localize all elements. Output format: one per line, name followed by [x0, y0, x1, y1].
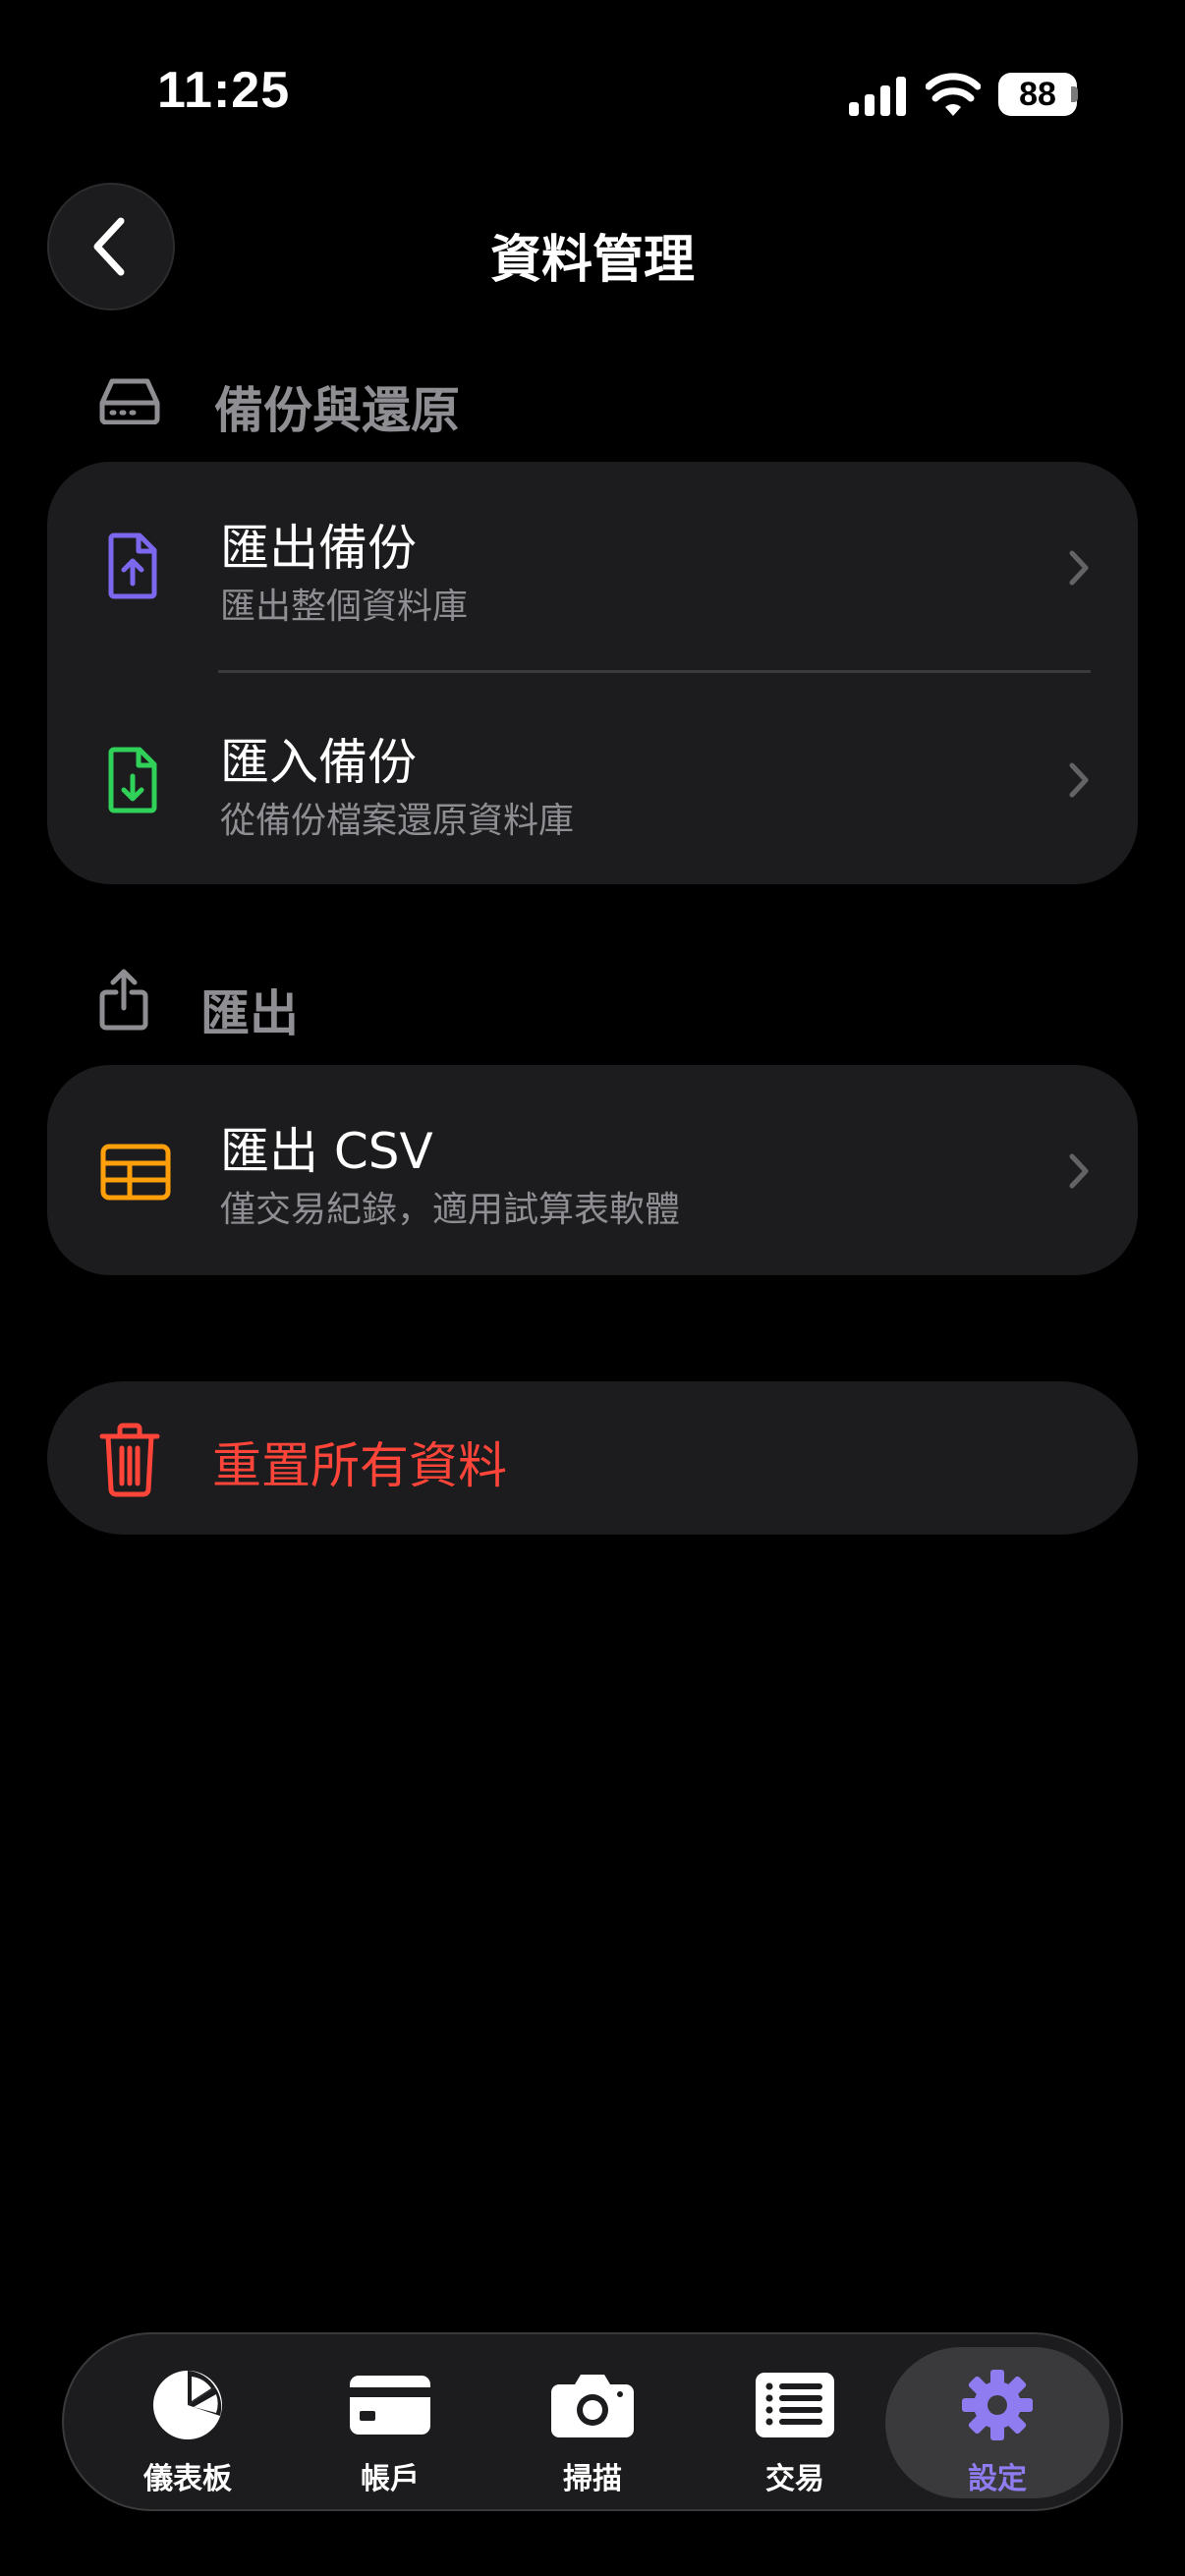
tab-scan[interactable]: 掃描 — [491, 2332, 694, 2511]
gear-icon — [962, 2370, 1033, 2440]
import-backup-row[interactable]: 匯入備份 從備份檔案還原資料庫 — [47, 674, 1138, 884]
row-subtitle: 僅交易紀錄，適用試算表軟體 — [220, 1190, 681, 1230]
reset-label: 重置所有資料 — [212, 1437, 507, 1494]
tab-label: 儀表板 — [143, 2462, 232, 2496]
file-upload-icon — [108, 532, 157, 599]
pie-chart-icon — [153, 2371, 222, 2439]
chevron-right-icon — [1069, 1153, 1089, 1189]
battery-indicator: 88 — [998, 73, 1077, 116]
section-title-export: 匯出 — [200, 985, 299, 1042]
table-icon — [100, 1144, 171, 1201]
row-subtitle: 匯出整個資料庫 — [220, 587, 469, 627]
wifi-icon — [926, 73, 981, 116]
section-title-backup: 備份與還原 — [214, 382, 460, 439]
reset-all-data-button[interactable]: 重置所有資料 — [47, 1381, 1138, 1535]
cellular-signal-icon — [849, 77, 906, 116]
row-divider — [218, 670, 1091, 673]
trash-icon — [99, 1423, 160, 1497]
tab-dashboard[interactable]: 儀表板 — [86, 2332, 289, 2511]
tab-label: 交易 — [765, 2462, 824, 2496]
list-icon — [756, 2373, 834, 2437]
export-backup-row[interactable]: 匯出備份 匯出整個資料庫 — [47, 462, 1138, 670]
chevron-right-icon — [1069, 762, 1089, 798]
tab-label: 帳戶 — [361, 2462, 420, 2496]
chevron-right-icon — [1069, 550, 1089, 586]
credit-card-icon — [350, 2376, 430, 2435]
row-subtitle: 從備份檔案還原資料庫 — [220, 801, 575, 841]
tab-accounts[interactable]: 帳戶 — [289, 2332, 491, 2511]
page-title: 資料管理 — [489, 231, 695, 290]
row-title: 匯出備份 — [220, 520, 417, 577]
row-title: 匯出 CSV — [220, 1123, 433, 1180]
tab-label: 掃描 — [563, 2462, 622, 2496]
hard-drive-icon — [99, 378, 160, 424]
tab-settings[interactable]: 設定 — [896, 2332, 1099, 2511]
tab-label: 設定 — [968, 2462, 1027, 2496]
export-csv-row[interactable]: 匯出 CSV 僅交易紀錄，適用試算表軟體 — [47, 1065, 1138, 1275]
tab-transactions[interactable]: 交易 — [694, 2332, 896, 2511]
camera-icon — [551, 2375, 634, 2437]
file-download-icon — [108, 747, 157, 813]
row-title: 匯入備份 — [220, 734, 417, 791]
battery-tip — [1071, 86, 1078, 102]
share-icon — [99, 969, 148, 1031]
status-time: 11:25 — [157, 62, 291, 119]
